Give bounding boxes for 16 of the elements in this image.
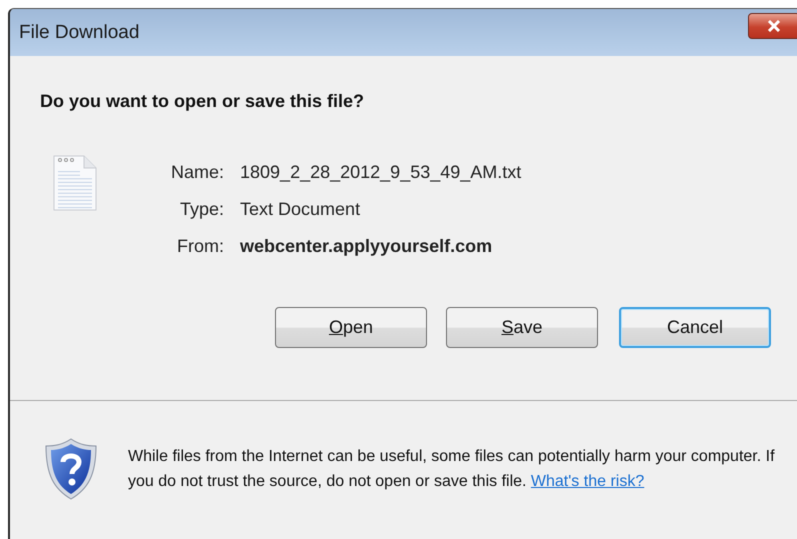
dialog-button[interactable]: Cancel (619, 307, 771, 348)
warning-text: While files from the Internet can be useful, some files can potentially harm your computer. If you do not trust the source, do not open or save this file. What's the risk? (128, 447, 776, 492)
window-title: File Download (19, 22, 140, 44)
field-label: Type: (178, 198, 224, 221)
dialog-button[interactable]: Save (446, 307, 598, 348)
dialog-button[interactable]: Open (275, 307, 427, 348)
field-value: webcenter.applyyourself.com (240, 235, 494, 258)
shield-question-icon (44, 437, 98, 501)
question-heading: Do you want to open or save this file? (40, 90, 366, 112)
risk-link[interactable]: What's the risk? (530, 472, 644, 490)
close-button[interactable] (748, 12, 797, 38)
field-label: Name: (171, 161, 224, 184)
close-icon (766, 20, 782, 32)
field-value: Text Document (240, 198, 362, 221)
field-value: 1809_2_28_2012_9_53_49_AM.txt (240, 161, 522, 184)
field-label: From: (176, 235, 224, 258)
